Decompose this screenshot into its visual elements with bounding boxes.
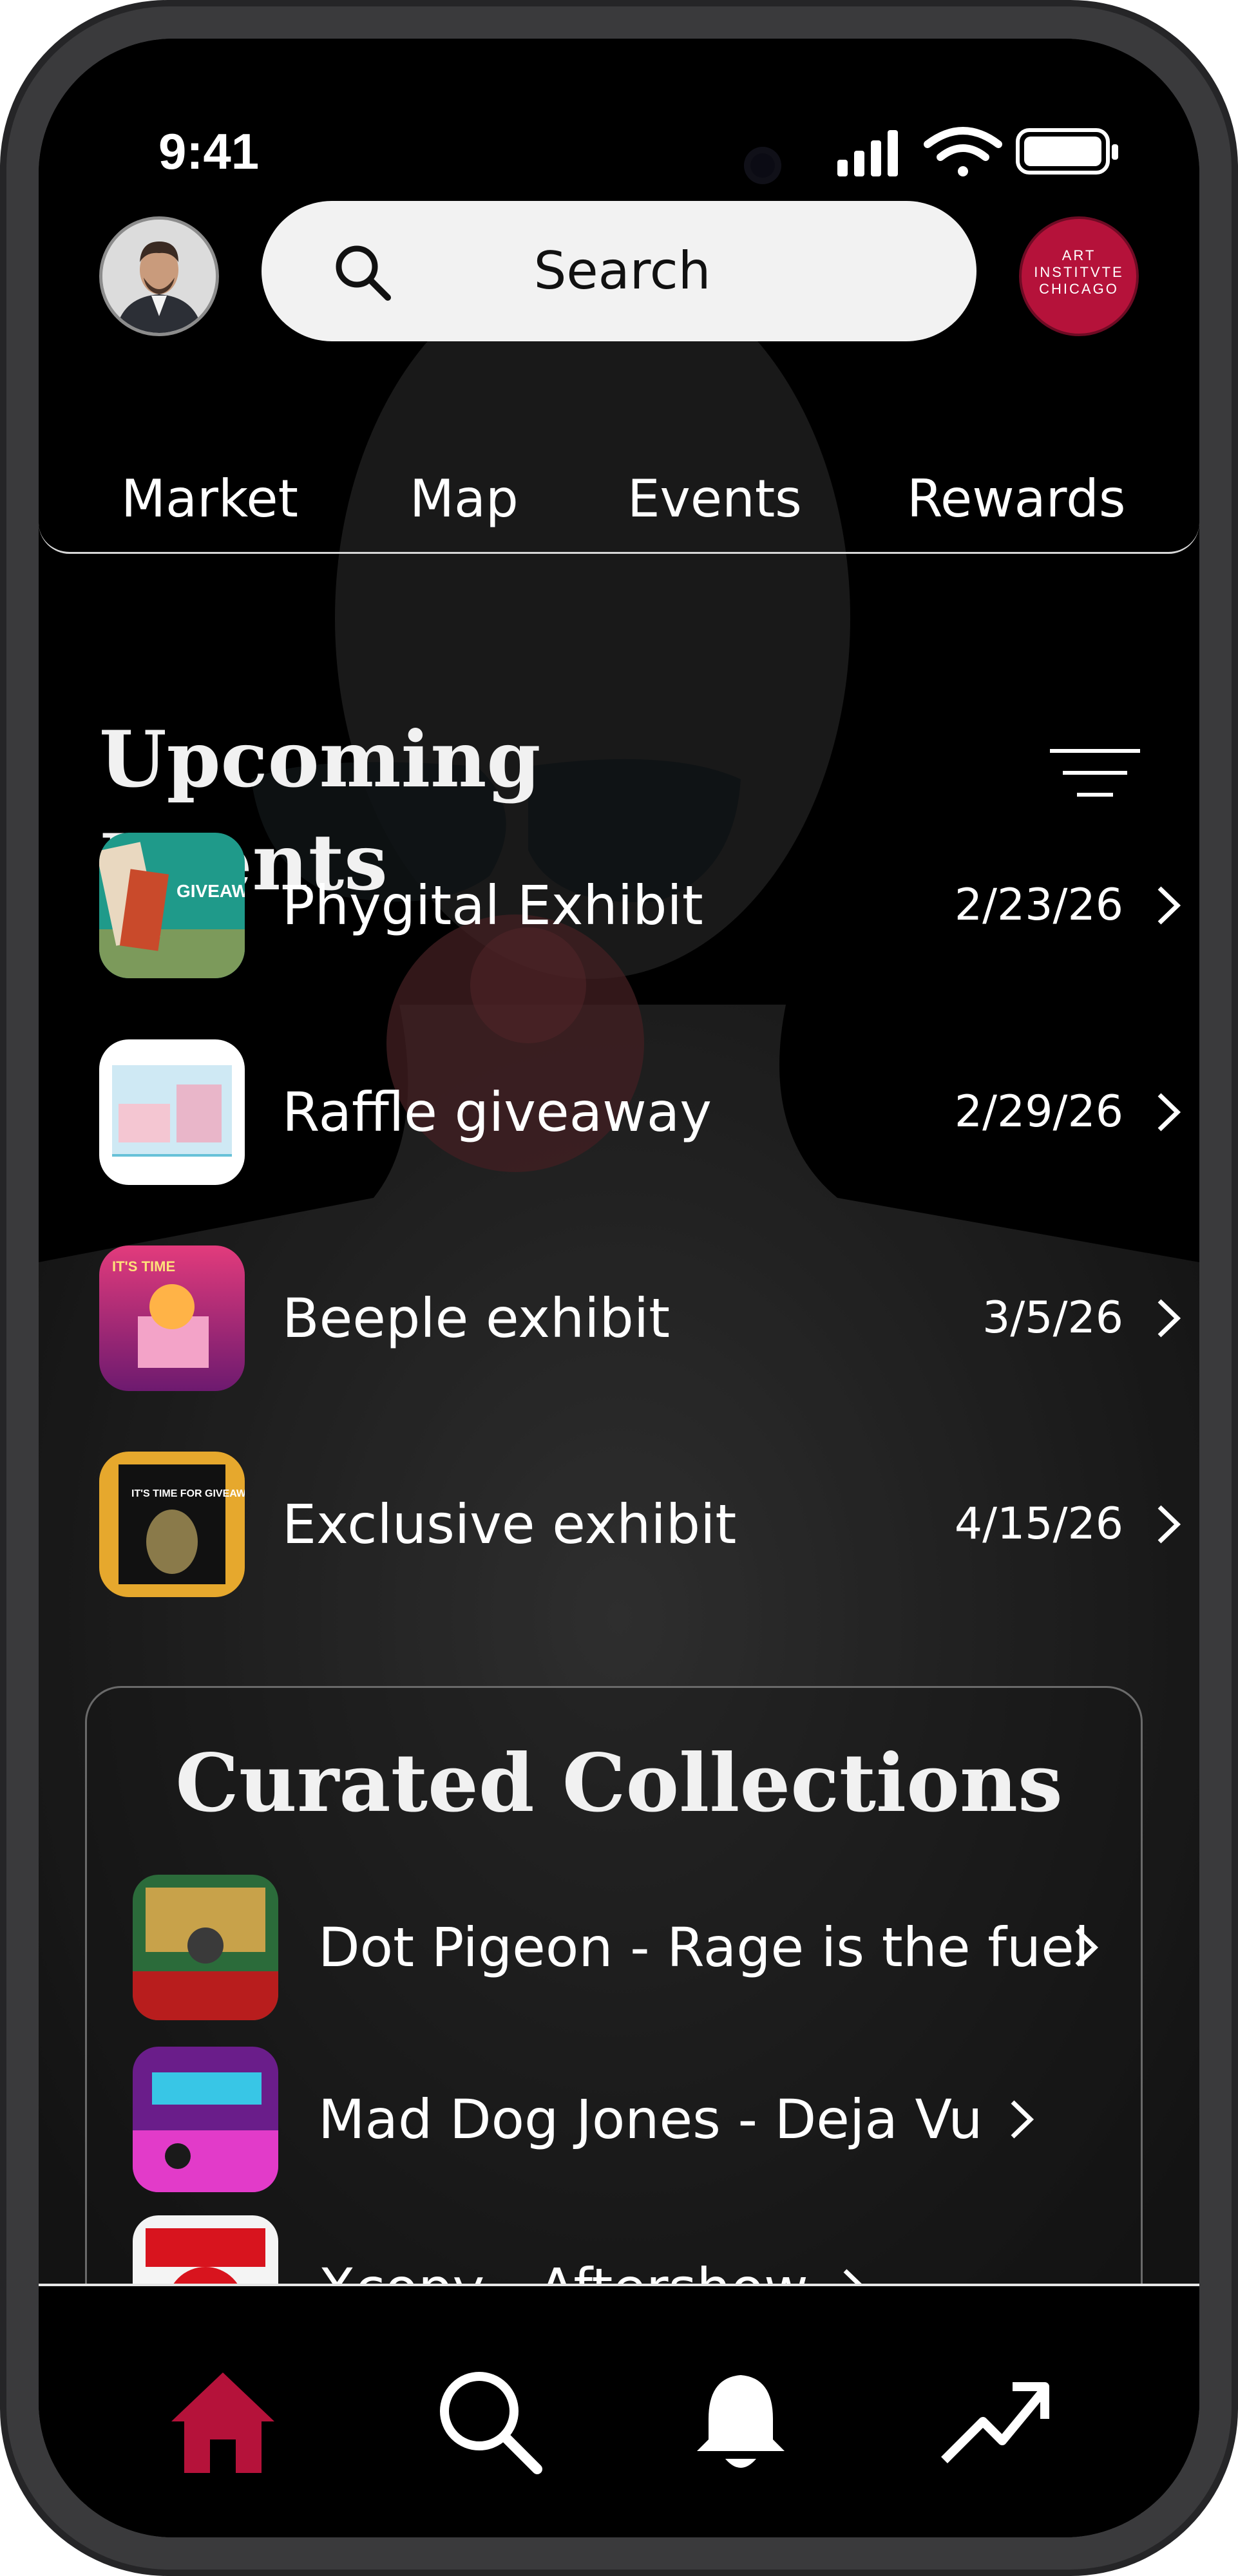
collection-thumbnail: [133, 1875, 278, 2020]
event-date: 2/29/26: [954, 1086, 1123, 1137]
event-name: Phygital Exhibit: [282, 874, 703, 937]
event-thumbnail: [99, 1039, 245, 1185]
collection-name: Mad Dog Jones - Deja Vu: [318, 2088, 983, 2151]
battery-icon: [1016, 128, 1118, 175]
collection-thumbnail: [133, 2047, 278, 2192]
event-name: Beeple exhibit: [282, 1287, 671, 1350]
art-institute-logo[interactable]: ART INSTITVTE CHICAGO: [1019, 216, 1139, 336]
tab-events[interactable]: Events: [627, 464, 833, 535]
event-date: 2/23/26: [954, 880, 1123, 931]
chevron-right-icon: [1157, 1505, 1181, 1544]
event-row[interactable]: Raffle giveaway 2/29/26: [99, 1039, 1194, 1185]
bottom-nav-bar: [39, 2284, 1199, 2537]
status-time: 9:41: [158, 123, 260, 180]
search-icon: [336, 245, 391, 301]
event-name: Raffle giveaway: [282, 1081, 712, 1144]
chevron-right-icon: [1157, 886, 1181, 925]
chevron-right-icon: [1011, 2100, 1034, 2139]
avatar-photo: [102, 220, 216, 333]
app-screen: 9:41 Search ART INSTITVTE CHICAGO Market…: [39, 39, 1199, 2537]
thumb-text: IT'S TIME: [112, 1258, 175, 1274]
logo-text-line: CHICAGO: [1039, 281, 1119, 297]
event-thumbnail: IT'S TIME FOR GIVEAWAY: [99, 1452, 245, 1597]
logo-text-line: ART: [1062, 247, 1096, 263]
search-icon[interactable]: [432, 2363, 548, 2479]
tab-rewards[interactable]: Rewards: [907, 464, 1139, 535]
event-name: Exclusive exhibit: [282, 1493, 737, 1556]
chevron-right-icon: [1157, 1093, 1181, 1132]
chevron-right-icon: [1157, 1299, 1181, 1338]
event-date: 4/15/26: [954, 1499, 1123, 1549]
filter-icon[interactable]: [1050, 747, 1140, 800]
event-date: 3/5/26: [982, 1293, 1123, 1343]
wifi-icon: [924, 127, 1002, 176]
event-thumbnail: IT'S TIME: [99, 1245, 245, 1391]
logo-text-line: INSTITVTE: [1034, 264, 1124, 280]
home-icon[interactable]: [165, 2363, 281, 2479]
event-thumbnail: GIVEAWAY EVENT: [99, 833, 245, 978]
search-bar[interactable]: Search: [262, 201, 976, 341]
upcoming-events-title: Upcoming Events: [99, 714, 541, 908]
camera-icon: [744, 147, 781, 184]
chevron-right-icon: [1075, 1928, 1099, 1967]
search-input[interactable]: Search: [416, 233, 828, 309]
collection-row[interactable]: Mad Dog Jones - Deja Vu: [133, 2047, 1163, 2192]
bell-icon[interactable]: [683, 2363, 799, 2479]
top-nav-tabs: Market Map Events Rewards: [39, 425, 1199, 554]
thumb-text: GIVEAWAY EVENT: [176, 881, 245, 901]
event-row[interactable]: IT'S TIME FOR GIVEAWAY Exclusive exhibit…: [99, 1452, 1194, 1597]
curated-collections-title: Curated Collections: [175, 1737, 1063, 1830]
event-row[interactable]: GIVEAWAY EVENT Phygital Exhibit 2/23/26: [99, 833, 1194, 978]
collection-name: Dot Pigeon - Rage is the fuel: [318, 1916, 1090, 1979]
event-row[interactable]: IT'S TIME Beeple exhibit 3/5/26: [99, 1245, 1194, 1391]
tab-map[interactable]: Map: [410, 464, 551, 535]
collection-row[interactable]: Dot Pigeon - Rage is the fuel: [133, 1875, 1163, 2020]
user-avatar[interactable]: [99, 216, 219, 336]
thumb-text: IT'S TIME FOR GIVEAWAY: [131, 1488, 245, 1499]
trending-icon[interactable]: [938, 2363, 1054, 2479]
tab-market[interactable]: Market: [121, 464, 314, 535]
signal-icon: [837, 130, 898, 176]
status-icons: [837, 127, 1118, 176]
